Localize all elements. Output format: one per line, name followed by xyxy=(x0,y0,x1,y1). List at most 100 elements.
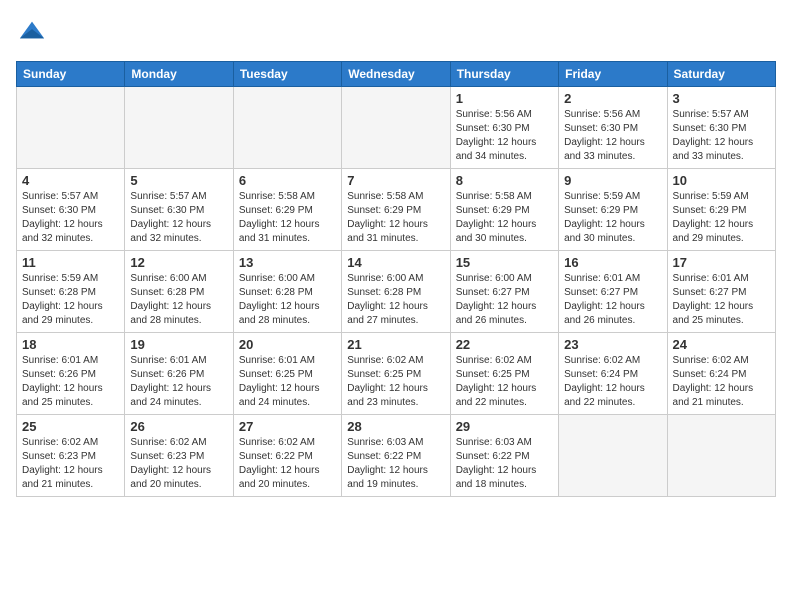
day-number: 16 xyxy=(564,255,661,270)
day-number: 21 xyxy=(347,337,444,352)
day-info: Sunrise: 5:57 AM Sunset: 6:30 PM Dayligh… xyxy=(22,190,119,246)
calendar-cell: 10 Sunrise: 5:59 AM Sunset: 6:29 PM Dayli… xyxy=(667,169,775,251)
day-number: 28 xyxy=(347,419,444,434)
logo-icon xyxy=(18,16,46,44)
calendar-cell: 1 Sunrise: 5:56 AM Sunset: 6:30 PM Daylig… xyxy=(450,87,558,169)
day-number: 9 xyxy=(564,173,661,188)
day-number: 11 xyxy=(22,255,119,270)
calendar-cell: 25 Sunrise: 6:02 AM Sunset: 6:23 PM Dayli… xyxy=(17,415,125,497)
day-number: 1 xyxy=(456,91,553,106)
calendar-cell: 7 Sunrise: 5:58 AM Sunset: 6:29 PM Daylig… xyxy=(342,169,450,251)
calendar-cell: 5 Sunrise: 5:57 AM Sunset: 6:30 PM Daylig… xyxy=(125,169,233,251)
calendar-cell: 27 Sunrise: 6:02 AM Sunset: 6:22 PM Dayli… xyxy=(233,415,341,497)
day-info: Sunrise: 5:58 AM Sunset: 6:29 PM Dayligh… xyxy=(239,190,336,246)
calendar-cell: 15 Sunrise: 6:00 AM Sunset: 6:27 PM Dayli… xyxy=(450,251,558,333)
calendar-table: SundayMondayTuesdayWednesdayThursdayFrid… xyxy=(16,61,776,497)
calendar-cell: 4 Sunrise: 5:57 AM Sunset: 6:30 PM Daylig… xyxy=(17,169,125,251)
weekday-header-monday: Monday xyxy=(125,62,233,87)
calendar-week-4: 18 Sunrise: 6:01 AM Sunset: 6:26 PM Dayli… xyxy=(17,333,776,415)
day-number: 23 xyxy=(564,337,661,352)
day-number: 27 xyxy=(239,419,336,434)
calendar-cell xyxy=(559,415,667,497)
weekday-header-tuesday: Tuesday xyxy=(233,62,341,87)
calendar-cell: 2Sunrise: 5:56 AM Sunset: 6:30 PM Daylig… xyxy=(559,87,667,169)
day-number: 7 xyxy=(347,173,444,188)
day-number: 10 xyxy=(673,173,770,188)
day-number: 18 xyxy=(22,337,119,352)
calendar-cell: 18 Sunrise: 6:01 AM Sunset: 6:26 PM Dayli… xyxy=(17,333,125,415)
day-number: 8 xyxy=(456,173,553,188)
page-header xyxy=(16,16,776,49)
calendar-cell: 28 Sunrise: 6:03 AM Sunset: 6:22 PM Dayli… xyxy=(342,415,450,497)
day-number: 22 xyxy=(456,337,553,352)
day-info: Sunrise: 6:01 AM Sunset: 6:27 PM Dayligh… xyxy=(673,272,770,328)
day-number: 13 xyxy=(239,255,336,270)
day-number: 17 xyxy=(673,255,770,270)
day-info: Sunrise: 6:02 AM Sunset: 6:23 PM Dayligh… xyxy=(22,436,119,492)
weekday-header-saturday: Saturday xyxy=(667,62,775,87)
calendar-cell: 13 Sunrise: 6:00 AM Sunset: 6:28 PM Dayli… xyxy=(233,251,341,333)
day-number: 26 xyxy=(130,419,227,434)
day-info: Sunrise: 5:57 AM Sunset: 6:30 PM Dayligh… xyxy=(673,108,770,164)
calendar-week-2: 4 Sunrise: 5:57 AM Sunset: 6:30 PM Daylig… xyxy=(17,169,776,251)
calendar-cell: 24 Sunrise: 6:02 AM Sunset: 6:24 PM Dayli… xyxy=(667,333,775,415)
day-info: Sunrise: 6:01 AM Sunset: 6:25 PM Dayligh… xyxy=(239,354,336,410)
calendar-cell: 26 Sunrise: 6:02 AM Sunset: 6:23 PM Dayli… xyxy=(125,415,233,497)
day-info: Sunrise: 6:02 AM Sunset: 6:24 PM Dayligh… xyxy=(673,354,770,410)
day-number: 29 xyxy=(456,419,553,434)
day-number: 5 xyxy=(130,173,227,188)
day-info: Sunrise: 6:02 AM Sunset: 6:25 PM Dayligh… xyxy=(456,354,553,410)
calendar-cell: 29Sunrise: 6:03 AM Sunset: 6:22 PM Dayli… xyxy=(450,415,558,497)
day-info: Sunrise: 5:57 AM Sunset: 6:30 PM Dayligh… xyxy=(130,190,227,246)
weekday-header-row: SundayMondayTuesdayWednesdayThursdayFrid… xyxy=(17,62,776,87)
day-info: Sunrise: 6:00 AM Sunset: 6:28 PM Dayligh… xyxy=(347,272,444,328)
day-info: Sunrise: 6:02 AM Sunset: 6:23 PM Dayligh… xyxy=(130,436,227,492)
logo xyxy=(16,16,46,49)
day-number: 25 xyxy=(22,419,119,434)
day-info: Sunrise: 5:58 AM Sunset: 6:29 PM Dayligh… xyxy=(347,190,444,246)
day-info: Sunrise: 5:59 AM Sunset: 6:29 PM Dayligh… xyxy=(673,190,770,246)
day-info: Sunrise: 6:00 AM Sunset: 6:28 PM Dayligh… xyxy=(130,272,227,328)
weekday-header-thursday: Thursday xyxy=(450,62,558,87)
day-info: Sunrise: 6:02 AM Sunset: 6:22 PM Dayligh… xyxy=(239,436,336,492)
calendar-cell: 22 Sunrise: 6:02 AM Sunset: 6:25 PM Dayli… xyxy=(450,333,558,415)
day-number: 15 xyxy=(456,255,553,270)
weekday-header-wednesday: Wednesday xyxy=(342,62,450,87)
weekday-header-friday: Friday xyxy=(559,62,667,87)
day-number: 12 xyxy=(130,255,227,270)
weekday-header-sunday: Sunday xyxy=(17,62,125,87)
day-number: 20 xyxy=(239,337,336,352)
calendar-week-1: 1 Sunrise: 5:56 AM Sunset: 6:30 PM Daylig… xyxy=(17,87,776,169)
calendar-cell xyxy=(17,87,125,169)
day-number: 24 xyxy=(673,337,770,352)
calendar-cell xyxy=(667,415,775,497)
calendar-cell: 19 Sunrise: 6:01 AM Sunset: 6:26 PM Dayli… xyxy=(125,333,233,415)
calendar-cell xyxy=(342,87,450,169)
calendar-cell: 6Sunrise: 5:58 AM Sunset: 6:29 PM Daylig… xyxy=(233,169,341,251)
calendar-cell: 17 Sunrise: 6:01 AM Sunset: 6:27 PM Dayli… xyxy=(667,251,775,333)
day-info: Sunrise: 6:01 AM Sunset: 6:27 PM Dayligh… xyxy=(564,272,661,328)
calendar-cell: 3Sunrise: 5:57 AM Sunset: 6:30 PM Daylig… xyxy=(667,87,775,169)
day-info: Sunrise: 5:59 AM Sunset: 6:28 PM Dayligh… xyxy=(22,272,119,328)
calendar-body: 1 Sunrise: 5:56 AM Sunset: 6:30 PM Daylig… xyxy=(17,87,776,497)
day-info: Sunrise: 6:00 AM Sunset: 6:28 PM Dayligh… xyxy=(239,272,336,328)
day-info: Sunrise: 6:01 AM Sunset: 6:26 PM Dayligh… xyxy=(22,354,119,410)
calendar-cell: 21 Sunrise: 6:02 AM Sunset: 6:25 PM Dayli… xyxy=(342,333,450,415)
day-info: Sunrise: 6:00 AM Sunset: 6:27 PM Dayligh… xyxy=(456,272,553,328)
day-info: Sunrise: 6:02 AM Sunset: 6:24 PM Dayligh… xyxy=(564,354,661,410)
day-info: Sunrise: 5:59 AM Sunset: 6:29 PM Dayligh… xyxy=(564,190,661,246)
day-info: Sunrise: 6:01 AM Sunset: 6:26 PM Dayligh… xyxy=(130,354,227,410)
calendar-cell: 8 Sunrise: 5:58 AM Sunset: 6:29 PM Daylig… xyxy=(450,169,558,251)
calendar-cell: 14Sunrise: 6:00 AM Sunset: 6:28 PM Dayli… xyxy=(342,251,450,333)
calendar-cell: 12 Sunrise: 6:00 AM Sunset: 6:28 PM Dayli… xyxy=(125,251,233,333)
day-number: 19 xyxy=(130,337,227,352)
calendar-week-5: 25 Sunrise: 6:02 AM Sunset: 6:23 PM Dayli… xyxy=(17,415,776,497)
day-info: Sunrise: 5:56 AM Sunset: 6:30 PM Dayligh… xyxy=(456,108,553,164)
day-info: Sunrise: 6:02 AM Sunset: 6:25 PM Dayligh… xyxy=(347,354,444,410)
day-info: Sunrise: 6:03 AM Sunset: 6:22 PM Dayligh… xyxy=(347,436,444,492)
day-info: Sunrise: 5:58 AM Sunset: 6:29 PM Dayligh… xyxy=(456,190,553,246)
day-number: 4 xyxy=(22,173,119,188)
calendar-cell xyxy=(233,87,341,169)
calendar-cell: 11 Sunrise: 5:59 AM Sunset: 6:28 PM Dayli… xyxy=(17,251,125,333)
calendar-week-3: 11 Sunrise: 5:59 AM Sunset: 6:28 PM Dayli… xyxy=(17,251,776,333)
